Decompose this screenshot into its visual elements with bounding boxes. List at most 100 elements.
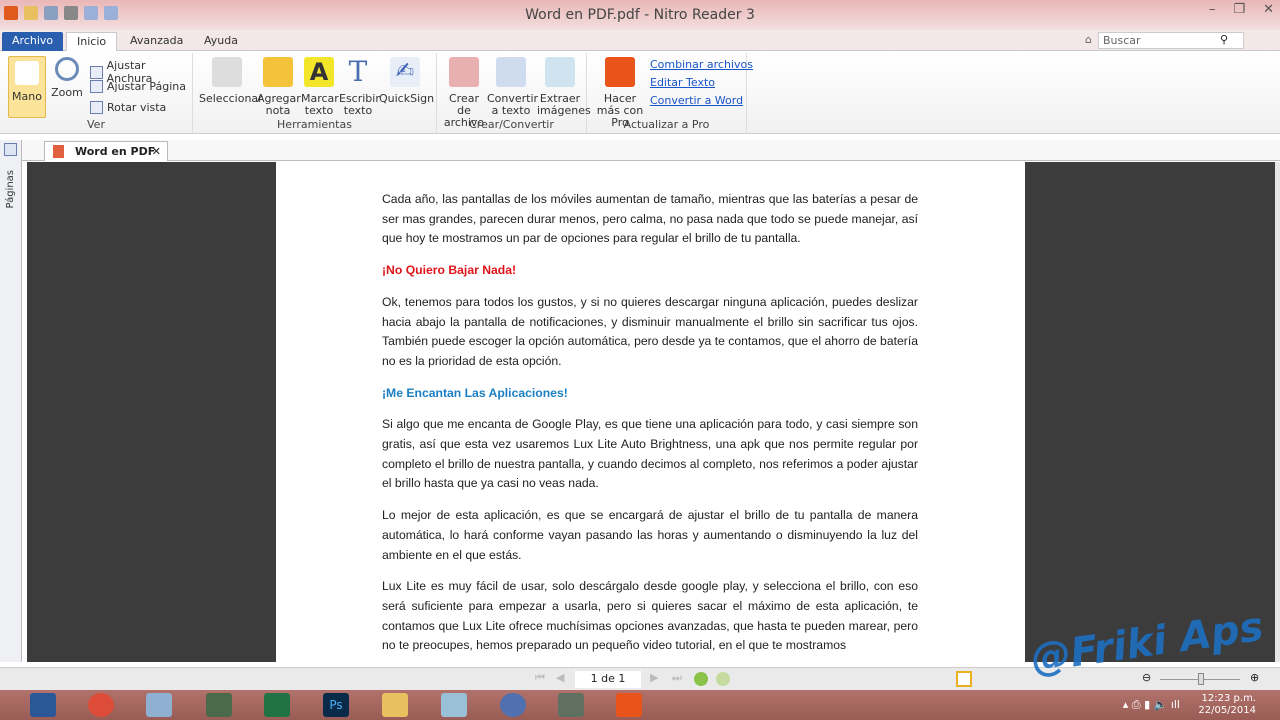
app3-taskbar-icon[interactable]	[500, 693, 526, 717]
seleccionar-label: Seleccionar	[199, 92, 263, 105]
minimize-button[interactable]: –	[1209, 2, 1216, 17]
pdf-file-icon	[53, 145, 64, 158]
select-cursor-icon	[212, 57, 242, 87]
convertir-texto-button[interactable]: Convertir a texto	[487, 57, 539, 117]
marcar-texto-button[interactable]: A Marcar texto	[301, 57, 339, 117]
last-page-icon[interactable]: ⏭	[672, 671, 682, 685]
document-tab-label: Word en PDF	[75, 145, 156, 158]
pages-panel-label: Páginas	[5, 170, 16, 209]
clock-date: 22/05/2014	[1198, 705, 1256, 716]
mano-label: Mano	[12, 90, 42, 103]
extraer-imagenes-button[interactable]: Extraer imágenes	[537, 57, 591, 117]
editar-texto-link[interactable]: Editar Texto	[650, 76, 715, 89]
tab-inicio[interactable]: Inicio	[66, 32, 118, 51]
pages-panel[interactable]: Páginas	[0, 140, 22, 662]
convertir-word-link[interactable]: Convertir a Word	[650, 94, 743, 107]
type-text-icon: T	[348, 55, 368, 88]
clock-time: 12:23 p.m.	[1201, 693, 1256, 704]
zoom-label: Zoom	[51, 86, 83, 99]
seleccionar-button[interactable]: Seleccionar	[199, 57, 263, 105]
fit-page-icon	[90, 80, 103, 93]
collapse-ribbon-icon[interactable]: ⌂	[1085, 33, 1092, 46]
extraer-imagenes-label: Extraer imágenes	[537, 92, 591, 117]
forward-icon[interactable]	[716, 672, 730, 686]
zoom-icon	[55, 57, 79, 81]
ribbon: Mano Zoom Ajustar Anchura Ajustar Página…	[0, 51, 1280, 134]
zoom-button[interactable]: Zoom	[50, 57, 84, 99]
app-taskbar-icon[interactable]	[206, 693, 232, 717]
group-crear: Crear de archivo Convertir a texto Extra…	[437, 53, 591, 133]
single-page-view-icon[interactable]	[956, 671, 972, 687]
photoshop-taskbar-icon[interactable]: Ps	[323, 693, 349, 717]
paragraph: Lux Lite es muy fácil de usar, solo desc…	[382, 579, 918, 653]
nitro-pro-icon	[605, 57, 635, 87]
close-tab-icon[interactable]: ✕	[152, 145, 161, 158]
tab-avanzada[interactable]: Avanzada	[120, 32, 193, 51]
excel-taskbar-icon[interactable]	[264, 693, 290, 717]
word-taskbar-icon[interactable]	[30, 693, 56, 717]
group-ver: Mano Zoom Ajustar Anchura Ajustar Página…	[0, 53, 193, 133]
document-viewer[interactable]: Cada año, las pantallas de los móviles a…	[27, 162, 1275, 662]
heading: ¡No Quiero Bajar Nada!	[382, 263, 517, 278]
back-icon[interactable]	[694, 672, 708, 686]
tab-archivo[interactable]: Archivo	[2, 32, 64, 51]
paragraph: Cada año, las pantallas de los móviles a…	[382, 192, 918, 246]
heading: ¡Me Encantan Las Aplicaciones!	[382, 385, 568, 400]
chrome-taskbar-icon[interactable]	[88, 693, 114, 717]
ajustar-pagina-label: Ajustar Página	[107, 80, 186, 93]
group-label-crear: Crear/Convertir	[469, 118, 554, 131]
taskbar: Ps ▴ ⎙ ▮ 🔈 ıll 12:23 p.m. 22/05/2014	[0, 690, 1280, 720]
zoom-in-icon[interactable]: ⊕	[1250, 671, 1259, 684]
zoom-out-icon[interactable]: ⊖	[1142, 671, 1151, 684]
paragraph: Lo mejor de esta aplicación, es que se e…	[382, 508, 918, 562]
fit-width-icon	[90, 65, 103, 79]
prev-page-icon[interactable]: ◀	[556, 671, 564, 684]
pdf-page: Cada año, las pantallas de los móviles a…	[276, 162, 1025, 662]
paint-taskbar-icon[interactable]	[146, 693, 172, 717]
agregar-nota-label: Agregar nota	[257, 92, 301, 117]
paragraph: Ok, tenemos para todos los gustos, y si …	[382, 294, 918, 368]
extract-images-icon	[545, 57, 575, 87]
ribbon-tabs: Archivo Inicio Avanzada Ayuda ⌂ Buscar ⚲	[0, 30, 1280, 51]
title-bar: Word en PDF.pdf - Nitro Reader 3 – ❐ ✕	[0, 0, 1280, 30]
group-herramientas: Seleccionar Agregar nota A Marcar texto T…	[193, 53, 437, 133]
paragraph: Si algo que me encanta de Google Play, e…	[382, 417, 918, 491]
note-icon	[263, 57, 293, 87]
next-page-icon[interactable]: ▶	[650, 671, 658, 684]
rotate-icon	[90, 101, 103, 114]
document-tabs: Word en PDF ✕	[0, 140, 1280, 161]
quicksign-label: QuickSign	[379, 92, 435, 105]
highlight-text-icon: A	[304, 57, 334, 87]
signature-icon: ✍	[390, 57, 420, 87]
app4-taskbar-icon[interactable]	[558, 693, 584, 717]
create-pdf-icon	[449, 57, 479, 87]
document-tab[interactable]: Word en PDF ✕	[44, 141, 168, 161]
clock[interactable]: 12:23 p.m. 22/05/2014	[1198, 693, 1256, 717]
window-title: Word en PDF.pdf - Nitro Reader 3	[525, 7, 755, 23]
marcar-texto-label: Marcar texto	[301, 92, 339, 117]
convertir-texto-label: Convertir a texto	[487, 92, 539, 117]
nitro-taskbar-icon[interactable]	[616, 693, 642, 717]
first-page-icon[interactable]: ⏮	[535, 671, 545, 685]
tab-ayuda[interactable]: Ayuda	[194, 32, 248, 51]
rotar-vista-label: Rotar vista	[107, 101, 167, 114]
group-label-ver: Ver	[87, 118, 105, 131]
combinar-archivos-link[interactable]: Combinar archivos	[650, 58, 753, 71]
escribir-texto-label: Escribir texto	[339, 92, 380, 117]
mano-button[interactable]: Mano	[8, 56, 46, 118]
agregar-nota-button[interactable]: Agregar nota	[257, 57, 301, 117]
zoom-slider-thumb[interactable]	[1198, 673, 1204, 685]
escribir-texto-button[interactable]: T Escribir texto	[339, 55, 380, 117]
system-tray-icons[interactable]: ▴ ⎙ ▮ 🔈 ıll	[1123, 698, 1180, 712]
vertical-scrollbar[interactable]	[1275, 162, 1280, 662]
explorer-taskbar-icon[interactable]	[382, 693, 408, 717]
maximize-button[interactable]: ❐	[1233, 2, 1245, 17]
quicksign-button[interactable]: ✍ QuickSign	[379, 57, 435, 105]
hand-icon	[15, 61, 39, 85]
page-number-field[interactable]: 1 de 1	[575, 671, 641, 688]
close-button[interactable]: ✕	[1263, 2, 1274, 17]
rotar-vista-button[interactable]: Rotar vista	[90, 101, 166, 114]
search-icon[interactable]: ⚲	[1220, 33, 1228, 46]
app2-taskbar-icon[interactable]	[441, 693, 467, 717]
ajustar-pagina-button[interactable]: Ajustar Página	[90, 80, 186, 93]
